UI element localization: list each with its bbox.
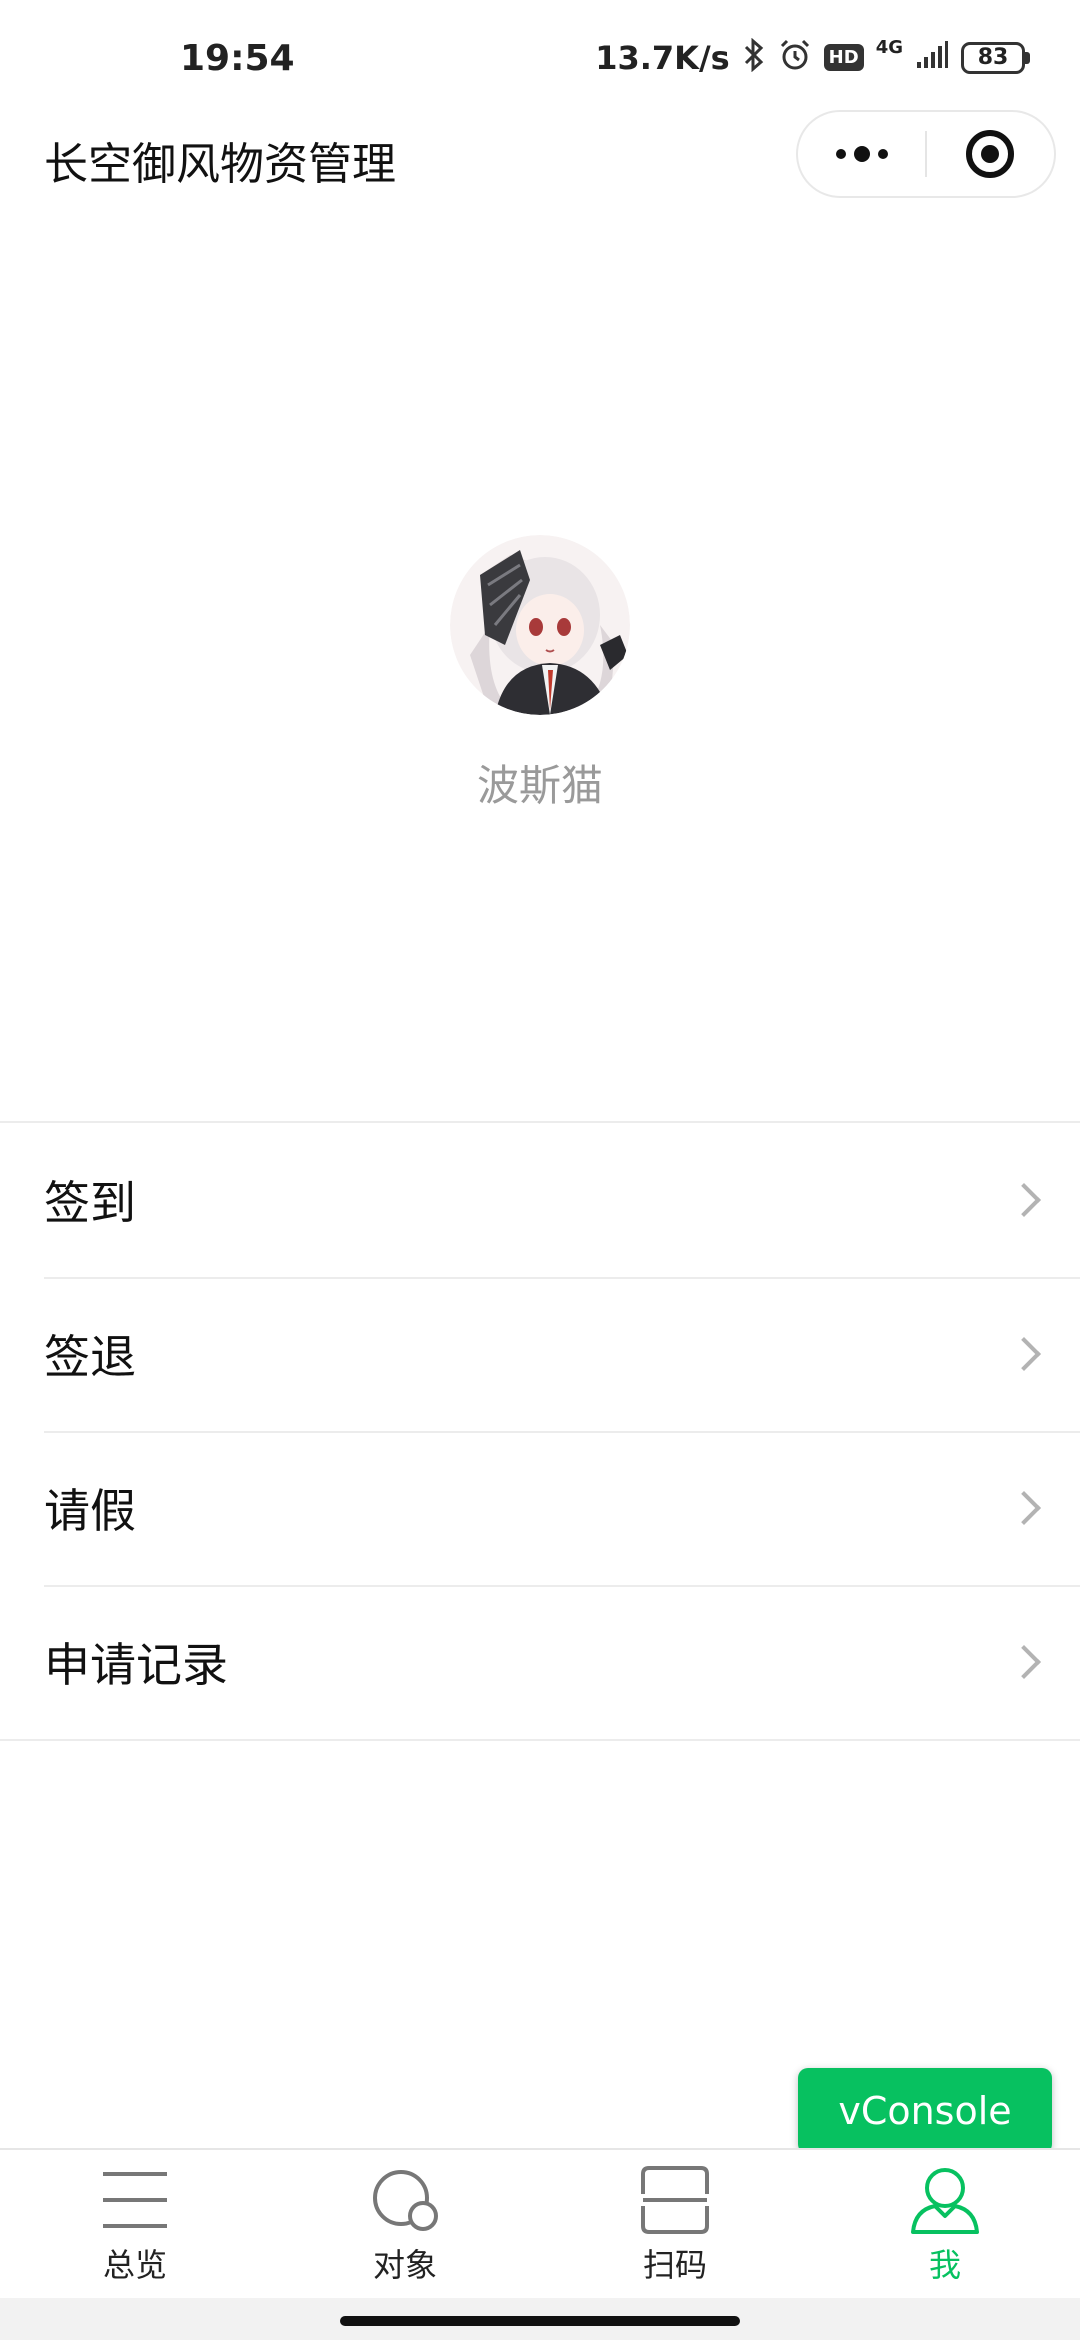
menu-lines-icon — [103, 2172, 167, 2228]
menu-item-label: 签到 — [44, 1176, 136, 1230]
battery-icon: 83 — [961, 41, 1030, 74]
scan-icon — [641, 2166, 709, 2234]
chevron-right-icon — [1007, 1337, 1041, 1371]
vconsole-button[interactable]: vConsole — [798, 2068, 1052, 2154]
status-indicators: 13.7K/s HD 4G 83 — [595, 36, 1030, 77]
chevron-right-icon — [1007, 1183, 1041, 1217]
tab-label: 总览 — [102, 2246, 167, 2284]
home-indicator[interactable] — [340, 2316, 740, 2326]
tab-label: 对象 — [372, 2246, 437, 2284]
username: 波斯猫 — [476, 761, 603, 810]
more-dots-icon — [835, 146, 888, 162]
more-button[interactable] — [798, 112, 925, 196]
menu-item-label: 请假 — [44, 1484, 136, 1538]
network-type: 4G — [875, 36, 903, 58]
menu-item-leave[interactable]: 请假 — [0, 1431, 1080, 1585]
tab-label: 我 — [928, 2246, 961, 2284]
tab-me[interactable]: 我 — [810, 2150, 1080, 2298]
network-speed: 13.7K/s — [595, 38, 730, 77]
app-title: 长空御风物资管理 — [44, 139, 396, 190]
header: 长空御风物资管理 — [0, 110, 1080, 210]
menu-item-label: 申请记录 — [44, 1638, 228, 1692]
battery-level: 83 — [961, 41, 1025, 74]
system-nav-area — [0, 2298, 1080, 2340]
tab-label: 扫码 — [642, 2246, 707, 2284]
signal-icon — [915, 40, 949, 75]
target-icon — [966, 130, 1015, 178]
bluetooth-icon — [742, 37, 766, 77]
menu-item-records[interactable]: 申请记录 — [0, 1585, 1080, 1739]
tab-objects[interactable]: 对象 — [270, 2150, 540, 2298]
status-time: 19:54 — [180, 38, 295, 79]
menu-item-sign-out[interactable]: 签退 — [0, 1277, 1080, 1431]
person-icon — [911, 2168, 979, 2234]
tab-overview[interactable]: 总览 — [0, 2150, 270, 2298]
avatar — [450, 535, 630, 715]
tab-scan[interactable]: 扫码 — [540, 2150, 810, 2298]
mini-program-capsule — [796, 110, 1056, 198]
tab-bar: 总览 对象 扫码 我 — [0, 2148, 1080, 2298]
menu-item-sign-in[interactable]: 签到 — [0, 1123, 1080, 1277]
menu-list: 签到 签退 请假 申请记录 — [0, 1121, 1080, 1741]
close-button[interactable] — [927, 112, 1054, 196]
objects-circle-icon — [373, 2170, 438, 2231]
menu-item-label: 签退 — [44, 1330, 136, 1384]
status-bar: 19:54 13.7K/s HD 4G 83 — [0, 0, 1080, 110]
chevron-right-icon — [1007, 1491, 1041, 1525]
hd-badge: HD — [823, 44, 864, 71]
chevron-right-icon — [1007, 1645, 1041, 1679]
alarm-icon — [778, 38, 812, 77]
